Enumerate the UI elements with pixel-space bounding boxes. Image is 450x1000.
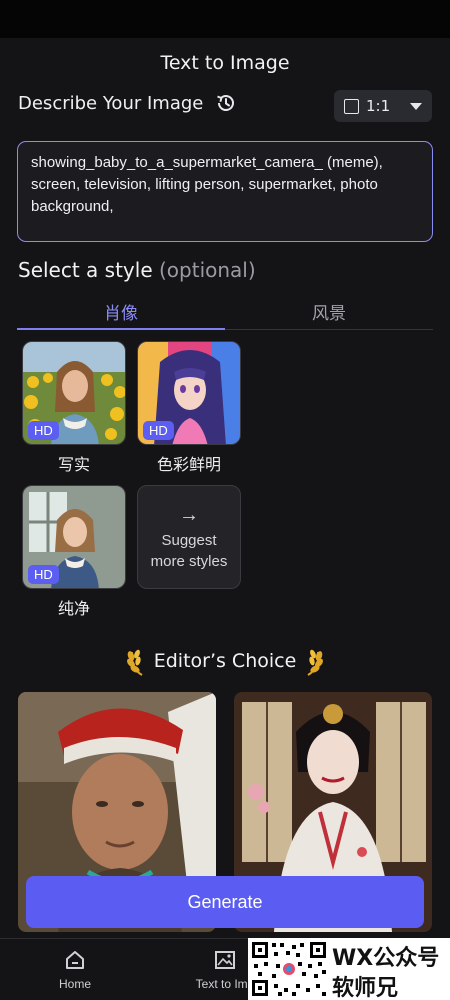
hd-badge: HD xyxy=(28,421,59,440)
style-thumb-vivid: HD xyxy=(137,341,241,445)
hd-badge: HD xyxy=(143,421,174,440)
style-thumb-pure: HD xyxy=(22,485,126,589)
page-title: Text to Image xyxy=(160,52,290,74)
watermark: WX公众号 软师兄 xyxy=(248,938,450,1000)
style-heading: Select a style (optional) xyxy=(18,258,256,282)
style-name: 纯净 xyxy=(57,599,90,618)
nav-home-label: Home xyxy=(58,977,91,991)
prompt-input[interactable]: showing_baby_to_a_supermarket_camera_ (m… xyxy=(17,141,433,242)
hd-badge: HD xyxy=(28,565,59,584)
nav-home[interactable]: Home xyxy=(30,949,120,991)
style-card-pure[interactable]: HD 纯净 xyxy=(22,485,126,619)
describe-label: Describe Your Image xyxy=(18,92,204,114)
style-tabs: 肖像 风景 xyxy=(17,294,433,330)
caret-down-icon xyxy=(410,102,422,110)
status-bar xyxy=(0,0,450,38)
suggest-line1: Suggest xyxy=(161,532,217,550)
tab-landscape[interactable]: 风景 xyxy=(225,294,433,329)
generate-button[interactable]: Generate xyxy=(26,876,424,928)
laurel-right-icon xyxy=(307,649,324,676)
tab-portrait[interactable]: 肖像 xyxy=(17,294,225,330)
aspect-ratio-select[interactable]: 1:1 xyxy=(334,90,432,122)
style-heading-optional: (optional) xyxy=(159,258,256,282)
style-card-vivid[interactable]: HD 色彩鲜明 xyxy=(137,341,241,475)
style-card-realistic[interactable]: HD 写实 xyxy=(22,341,126,475)
suggest-styles-button[interactable]: → Suggest more styles xyxy=(137,485,241,589)
laurel-left-icon xyxy=(126,649,143,676)
arrow-right-icon: → xyxy=(179,504,199,527)
image-icon xyxy=(215,951,235,969)
editors-choice-heading: Editor’s Choice xyxy=(0,646,450,676)
watermark-line1: WX公众号 xyxy=(332,946,440,971)
describe-row: Describe Your Image xyxy=(18,92,237,114)
editors-choice-title: Editor’s Choice xyxy=(153,650,297,672)
aspect-ratio-value: 1:1 xyxy=(366,97,391,115)
style-name: 色彩鲜明 xyxy=(156,455,221,474)
nav-text-to-image-label: Text to Ima xyxy=(195,977,255,991)
qr-code-icon xyxy=(250,940,328,998)
home-icon xyxy=(66,951,84,969)
style-heading-label: Select a style xyxy=(18,258,153,282)
square-icon xyxy=(344,98,359,114)
watermark-line2: 软师兄 xyxy=(332,976,399,1000)
style-thumb-realistic: HD xyxy=(22,341,126,445)
suggest-line2: more styles xyxy=(150,552,228,570)
history-icon[interactable] xyxy=(215,92,237,114)
style-name: 写实 xyxy=(57,455,90,474)
